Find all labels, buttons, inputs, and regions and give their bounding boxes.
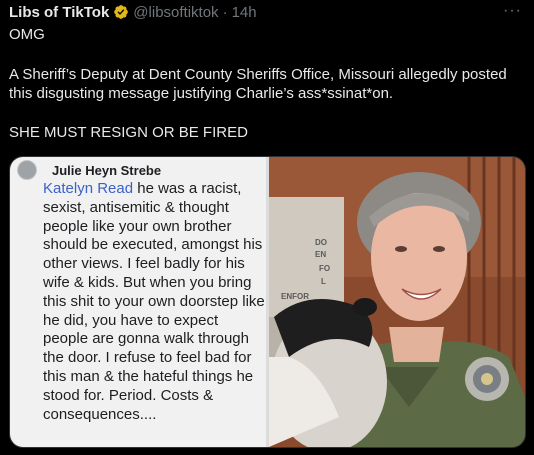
portrait-photo: DO EN FO L ENFOR xyxy=(269,157,525,447)
tweet-header: Libs of TikTok @libsoftiktok · 14h ··· xyxy=(9,2,524,22)
sign-text-4: L xyxy=(321,277,326,286)
comment-text: Katelyn Read he was a racist, sexist, an… xyxy=(43,180,265,424)
more-options-icon[interactable]: ··· xyxy=(503,2,522,20)
sign-text-2: EN xyxy=(315,250,326,259)
tweet-media[interactable]: Julie Heyn Strebe Katelyn Read he was a … xyxy=(9,156,526,448)
separator-dot: · xyxy=(222,3,228,21)
author-name[interactable]: Libs of TikTok xyxy=(9,4,109,21)
tweet-line-body: A Sheriff’s Deputy at Dent County Sherif… xyxy=(9,66,507,102)
verified-badge-icon xyxy=(114,5,129,19)
portrait-photo-image: DO EN FO L ENFOR xyxy=(269,157,525,447)
sign-text-5: ENFOR xyxy=(281,292,309,301)
tweet-line-omg: OMG xyxy=(9,26,45,43)
commenter-name: Julie Heyn Strebe xyxy=(52,163,162,178)
sign-text-1: DO xyxy=(315,238,327,247)
facebook-comment-screenshot: Julie Heyn Strebe Katelyn Read he was a … xyxy=(10,157,266,447)
commenter-avatar xyxy=(17,160,37,180)
comment-body: he was a racist, sexist, antisemitic & t… xyxy=(43,180,265,423)
timestamp[interactable]: 14h xyxy=(232,4,257,21)
sign-text-3: FO xyxy=(319,264,330,273)
tweet-line-resign: SHE MUST RESIGN OR BE FIRED xyxy=(9,124,248,141)
author-handle[interactable]: @libsoftiktok xyxy=(133,4,218,21)
mention-link: Katelyn Read xyxy=(43,180,134,197)
